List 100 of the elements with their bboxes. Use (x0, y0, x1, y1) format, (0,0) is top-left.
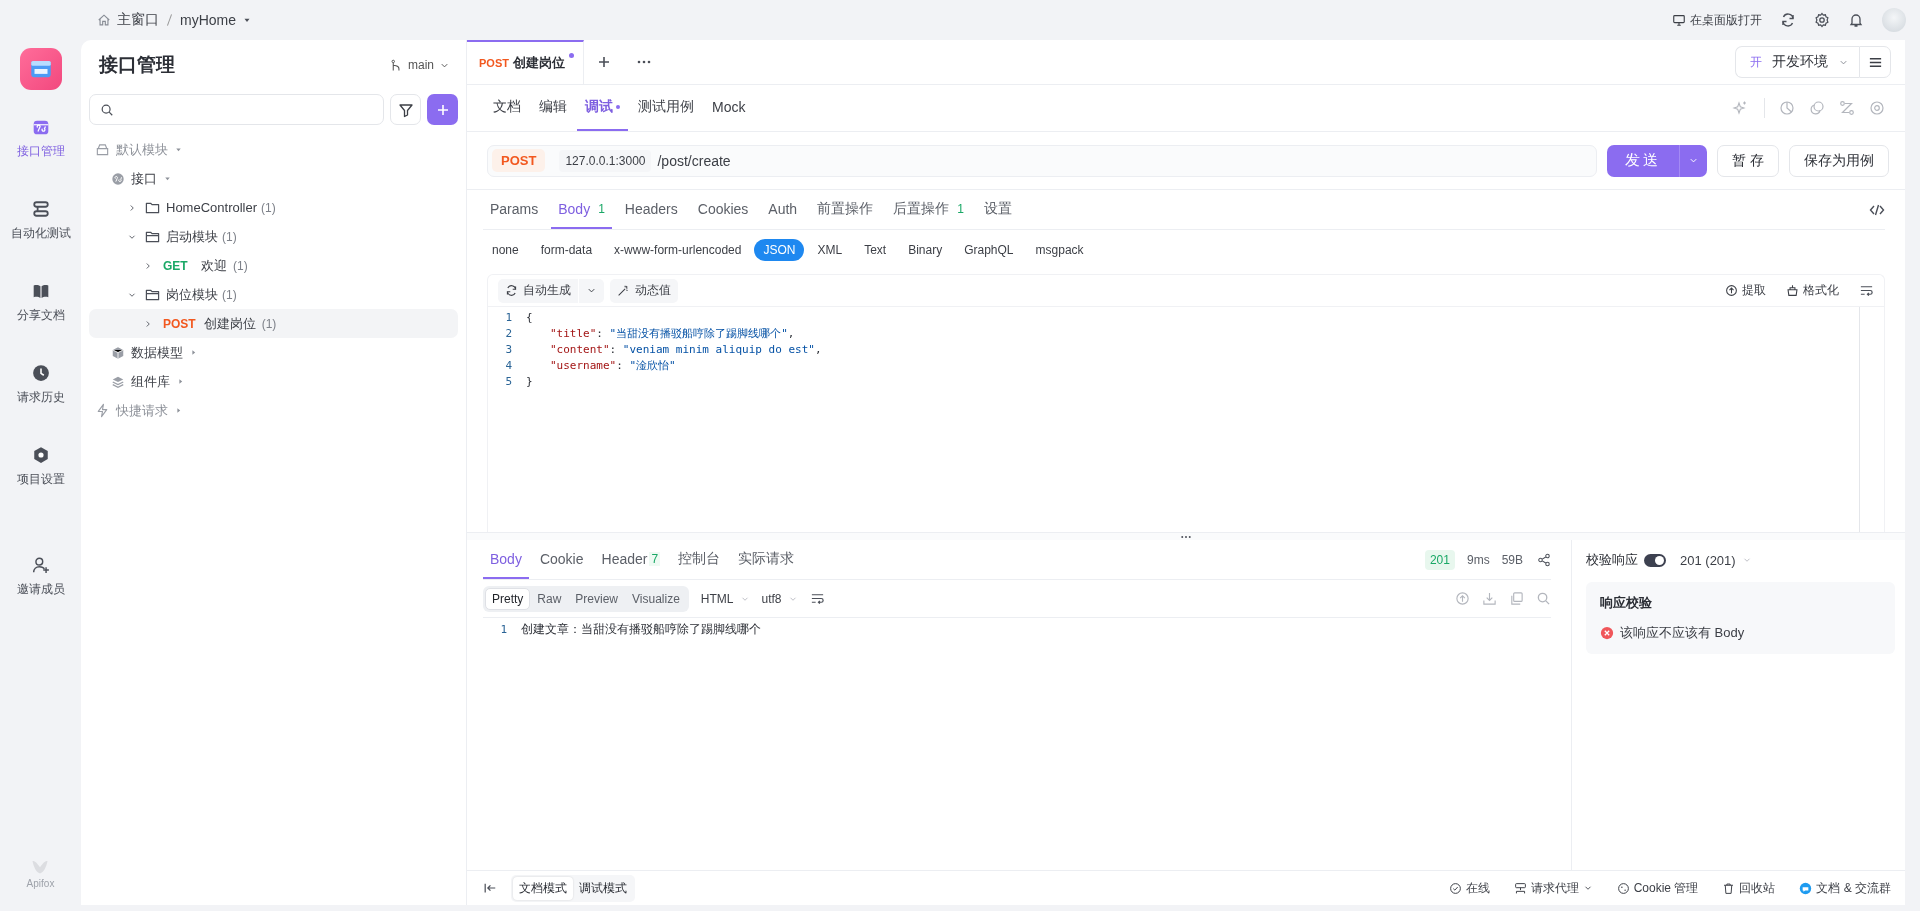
settings-icon[interactable] (1814, 12, 1830, 28)
broom-icon (1786, 284, 1799, 297)
body-type-option[interactable]: Text (855, 239, 896, 261)
bell-icon[interactable] (1848, 12, 1864, 28)
nav-item[interactable]: 项目设置 (12, 444, 69, 490)
tree-item[interactable]: 启动模块 (166, 227, 218, 246)
tab[interactable]: Auth (761, 190, 805, 229)
book-icon (31, 282, 50, 300)
filter-button[interactable] (390, 94, 421, 125)
environment-selector[interactable]: 开 开发环境 (1735, 46, 1859, 78)
tree-item: 创建岗位 (203, 314, 256, 333)
tab[interactable]: 文档 (485, 85, 529, 131)
view-option[interactable]: Preview (568, 587, 626, 610)
body-type-option[interactable]: none (483, 239, 528, 261)
collapse-icon[interactable] (483, 881, 497, 895)
sparkle-icon[interactable] (1732, 100, 1748, 116)
save-button[interactable]: 暂 存 (1717, 144, 1779, 177)
footer-button[interactable]: 请求代理 (1513, 879, 1593, 897)
encoding-select[interactable]: utf8 (761, 591, 798, 606)
body-type-option[interactable]: JSON (754, 239, 805, 261)
view-option[interactable]: Raw (530, 587, 569, 610)
extract-button[interactable]: 提取 (1725, 282, 1766, 299)
branch-selector[interactable]: main (390, 58, 450, 72)
home-icon[interactable] (97, 13, 111, 27)
tab[interactable]: 实际请求 (731, 540, 802, 579)
open-desktop-button[interactable]: 在桌面版打开 (1672, 11, 1762, 29)
dynamic-value-button[interactable]: 动态值 (610, 278, 678, 303)
body-type-option[interactable]: XML (808, 239, 852, 261)
copy-icon[interactable] (1509, 591, 1524, 606)
tree-item[interactable]: 数据模型 (131, 343, 183, 362)
breadcrumb-link[interactable]: 主窗口 (117, 11, 159, 29)
search-icon[interactable] (1536, 591, 1551, 606)
tree-item[interactable]: 岗位模块 (166, 285, 218, 304)
host-prefix: 127.0.0.1:3000 (559, 149, 652, 172)
response-time: 9ms (1466, 552, 1490, 567)
nav-item[interactable]: 自动化测试 (6, 198, 75, 244)
tree-item[interactable]: 接口 (131, 169, 157, 188)
tree-item[interactable]: HomeController (166, 200, 258, 215)
lightning-icon (95, 403, 110, 418)
tab[interactable]: 后置操作 1 (886, 190, 971, 229)
project-selector[interactable]: myHome (180, 12, 236, 28)
save-as-case-button[interactable]: 保存为用例 (1789, 144, 1889, 177)
body-type-option[interactable]: form-data (531, 239, 602, 261)
auto-generate-button[interactable]: 自动生成 (498, 278, 604, 303)
endpoint-row[interactable]: GET 欢迎 (1) (89, 251, 458, 280)
mode-option[interactable]: 文档模式 (513, 876, 573, 900)
endpoint-row[interactable]: POST 创建岗位 (1) (89, 309, 458, 338)
wrap-icon[interactable] (809, 591, 825, 606)
footer-button[interactable]: 回收站 (1722, 879, 1776, 897)
footer-button[interactable]: Cookie 管理 (1616, 879, 1699, 897)
tab[interactable]: Body 1 (551, 190, 612, 229)
tab[interactable]: Cookies (690, 190, 756, 229)
folder-icon (145, 287, 160, 302)
toggle-switch[interactable] (1644, 553, 1666, 567)
wrap-icon[interactable] (1859, 283, 1874, 298)
search-field[interactable] (89, 94, 384, 125)
tab[interactable]: 测试用例 (630, 85, 702, 131)
invite-button[interactable]: 邀请成员 (12, 554, 69, 600)
tab[interactable]: 调试 (577, 85, 628, 131)
settings-icon (31, 446, 50, 464)
circles-icon[interactable] (1809, 100, 1825, 116)
format-button[interactable]: 格式化 (1786, 282, 1839, 299)
tree-item[interactable]: 组件库 (131, 372, 170, 391)
status-select[interactable]: 201 (201) (1680, 552, 1752, 568)
tab[interactable]: 控制台 (671, 540, 728, 579)
tab[interactable]: Headers (617, 190, 685, 229)
tab[interactable]: 设置 (976, 190, 1019, 229)
tab[interactable]: Header 7 (594, 540, 668, 579)
footer-button[interactable]: 文档 & 交流群 (1799, 879, 1891, 897)
view-option[interactable]: Visualize (625, 587, 687, 610)
flow-icon[interactable] (1839, 100, 1855, 116)
footer-button[interactable]: 在线 (1448, 879, 1490, 897)
proxy-icon (1513, 881, 1527, 895)
tab[interactable]: 编辑 (531, 85, 575, 131)
body-type-option[interactable]: GraphQL (955, 239, 1023, 261)
refresh-icon[interactable] (1780, 12, 1796, 28)
pie-chart-icon[interactable] (1779, 100, 1795, 116)
share-icon[interactable] (1537, 552, 1551, 567)
format-select[interactable]: HTML (700, 591, 750, 606)
tab[interactable]: Params (483, 190, 546, 229)
tab[interactable]: Body (483, 540, 529, 579)
add-button[interactable] (427, 94, 458, 125)
body-type-option[interactable]: x-www-form-urlencoded (605, 239, 751, 261)
mode-option[interactable]: 调试模式 (573, 876, 633, 900)
download-icon[interactable] (1482, 591, 1497, 606)
body-type-option[interactable]: Binary (899, 239, 952, 261)
tab[interactable]: 前置操作 (810, 190, 881, 229)
line-number: 1 (499, 622, 508, 636)
view-option[interactable]: Pretty (485, 587, 531, 610)
nav-item[interactable]: 请求历史 (12, 362, 69, 408)
tab[interactable]: Cookie (532, 540, 591, 579)
sync-icon (505, 284, 518, 297)
menu-button[interactable] (1859, 46, 1891, 78)
request-tab[interactable]: POST 创建岗位 (467, 39, 584, 85)
body-type-option[interactable]: msgpack (1026, 239, 1093, 261)
url-field[interactable]: POST 127.0.0.1:3000 /post/create (487, 144, 1598, 177)
nav-item[interactable]: 接口管理 (12, 116, 69, 162)
tab[interactable]: Mock (704, 85, 754, 131)
upload-icon[interactable] (1455, 591, 1470, 606)
nav-item[interactable]: 分享文档 (12, 280, 69, 326)
